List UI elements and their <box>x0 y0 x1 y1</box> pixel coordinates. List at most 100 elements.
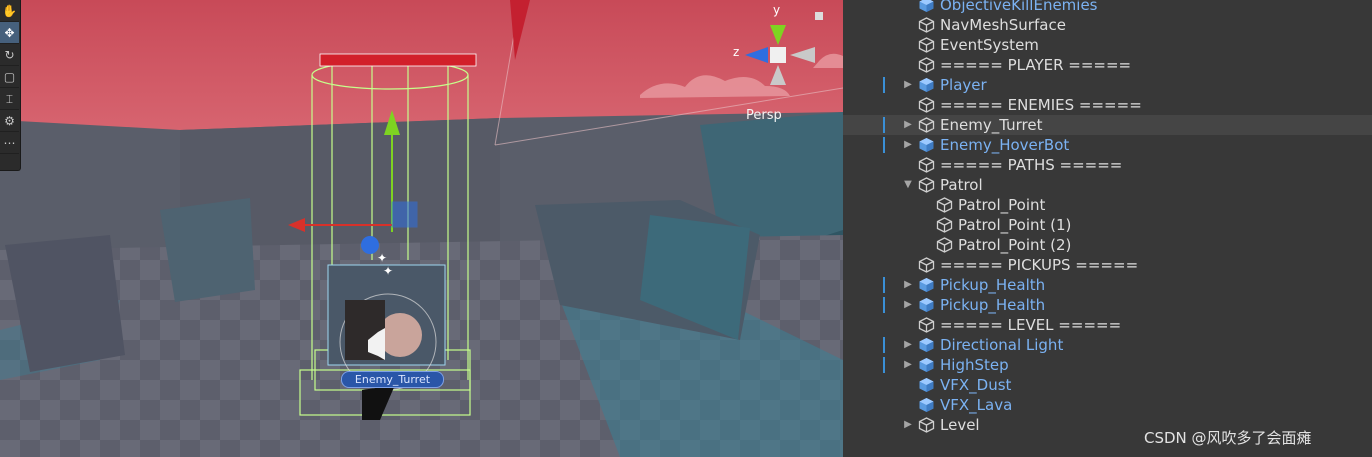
gameobject-cube-icon <box>936 197 953 213</box>
prefab-override-marker <box>883 277 885 293</box>
expand-arrow-icon[interactable]: ▶ <box>902 115 914 135</box>
prefab-cube-icon <box>919 0 934 12</box>
hierarchy-item[interactable]: ▶ Enemy_HoverBot <box>843 135 1372 155</box>
hierarchy-item[interactable]: ▶ Pickup_Health <box>843 275 1372 295</box>
scene-viewport[interactable]: ✦ ✦ y z <box>0 0 843 457</box>
expand-arrow-icon[interactable]: ▶ <box>902 75 914 95</box>
hierarchy-item-label: ObjectiveKillEnemies <box>940 0 1098 14</box>
gameobject-cube-icon <box>918 257 935 273</box>
prefab-cube-icon <box>919 138 934 152</box>
hierarchy-item[interactable]: ▶ Directional Light <box>843 335 1372 355</box>
expand-arrow-icon[interactable]: ▶ <box>902 355 914 375</box>
hierarchy-item-label: Patrol_Point (1) <box>958 216 1072 234</box>
gizmo-y-label: y <box>773 3 780 17</box>
selected-object-label[interactable]: Enemy_Turret <box>341 371 444 388</box>
hierarchy-item-label: Pickup_Health <box>940 276 1046 294</box>
hierarchy-item-label: HighStep <box>940 356 1009 374</box>
transform-tool-icon[interactable]: ⚙ <box>0 110 19 132</box>
prefab-cube-icon <box>919 398 934 412</box>
rotate-tool-icon[interactable]: ↻ <box>0 44 19 66</box>
hierarchy-item-label: ===== PATHS ===== <box>940 156 1123 174</box>
watermark: CSDN @风吹多了会面瘫 <box>1144 429 1312 447</box>
hierarchy-item-label: NavMeshSurface <box>940 16 1066 34</box>
plane-handle[interactable] <box>391 201 418 228</box>
particle-icon: ✦ <box>377 251 387 265</box>
prefab-cube-icon <box>919 278 934 292</box>
prefab-override-marker <box>883 77 885 93</box>
hierarchy-item[interactable]: ===== PLAYER ===== <box>843 55 1372 75</box>
gizmo-center-cube[interactable] <box>770 47 786 63</box>
hierarchy-item[interactable]: ▶ Player <box>843 75 1372 95</box>
gizmo-lock-icon[interactable] <box>815 12 823 20</box>
hierarchy-item-label: EventSystem <box>940 36 1039 54</box>
move-tool-icon[interactable]: ✥ <box>0 22 19 44</box>
particle-icon: ✦ <box>383 264 393 278</box>
prefab-cube-icon <box>919 298 934 312</box>
prefab-cube-icon <box>919 338 934 352</box>
gameobject-cube-icon <box>918 157 935 173</box>
health-bar <box>319 53 477 67</box>
hierarchy-item[interactable]: EventSystem <box>843 35 1372 55</box>
hierarchy-panel: ObjectiveKillEnemies NavMeshSurface EventS… <box>843 0 1372 457</box>
prefab-override-marker <box>883 357 885 373</box>
expand-arrow-icon[interactable]: ▶ <box>902 135 914 155</box>
view-tool-icon[interactable]: ✋ <box>0 0 19 22</box>
expand-arrow-icon[interactable]: ▶ <box>902 295 914 315</box>
hierarchy-item[interactable]: ▶ HighStep <box>843 355 1372 375</box>
hierarchy-item[interactable]: ===== LEVEL ===== <box>843 315 1372 335</box>
hierarchy-item[interactable]: VFX_Lava <box>843 395 1372 415</box>
pillar <box>160 198 255 302</box>
gameobject-cube-icon <box>936 237 953 253</box>
prefab-cube-icon <box>919 378 934 392</box>
scene-view[interactable]: ✦ ✦ y z Persp Enemy_Turret ✋ ✥ ↻ ▢ ⌶ ⚙ ⋯ <box>0 0 843 457</box>
hierarchy-item[interactable]: Patrol_Point (1) <box>843 215 1372 235</box>
collapse-arrow-icon[interactable]: ▼ <box>902 175 914 195</box>
hierarchy-item-label: Patrol_Point (2) <box>958 236 1072 254</box>
hierarchy-item-label: ===== LEVEL ===== <box>940 316 1122 334</box>
expand-arrow-icon[interactable]: ▶ <box>902 415 914 435</box>
prefab-override-marker <box>883 297 885 313</box>
hierarchy-item[interactable]: Patrol_Point <box>843 195 1372 215</box>
hierarchy-item-label: Pickup_Health <box>940 296 1046 314</box>
prefab-override-marker <box>883 117 885 133</box>
gameobject-cube-icon <box>918 57 935 73</box>
gameobject-cube-icon <box>918 417 935 433</box>
tool-palette: ✋ ✥ ↻ ▢ ⌶ ⚙ ⋯ <box>0 0 21 171</box>
gameobject-cube-icon <box>918 37 935 53</box>
expand-arrow-icon[interactable]: ▶ <box>902 275 914 295</box>
gameobject-cube-icon <box>918 117 935 133</box>
hierarchy-item[interactable]: ===== PATHS ===== <box>843 155 1372 175</box>
gameobject-cube-icon <box>918 177 935 193</box>
prefab-cube-icon <box>919 78 934 92</box>
camera-mode-label[interactable]: Persp <box>746 108 782 123</box>
gameobject-cube-icon <box>918 17 935 33</box>
hierarchy-item-label: Level <box>940 416 980 434</box>
hierarchy-item-label: VFX_Dust <box>940 376 1012 394</box>
hierarchy-item-label: ===== PICKUPS ===== <box>940 256 1139 274</box>
hierarchy-item[interactable]: ===== PICKUPS ===== <box>843 255 1372 275</box>
hierarchy-item[interactable]: NavMeshSurface <box>843 15 1372 35</box>
hierarchy-item-label: Patrol <box>940 176 983 194</box>
hierarchy-item[interactable]: VFX_Dust <box>843 375 1372 395</box>
gameobject-cube-icon <box>936 217 953 233</box>
rect-tool-icon[interactable]: ⌶ <box>0 88 19 110</box>
hierarchy-item-label: Player <box>940 76 987 94</box>
hierarchy-item[interactable]: ▼ Patrol <box>843 175 1372 195</box>
custom-tool-icon[interactable]: ⋯ <box>0 132 19 154</box>
hierarchy-item[interactable]: ===== ENEMIES ===== <box>843 95 1372 115</box>
hierarchy-item[interactable]: ▶ Pickup_Health <box>843 295 1372 315</box>
hierarchy-item[interactable]: Patrol_Point (2) <box>843 235 1372 255</box>
hierarchy-item-label: Enemy_HoverBot <box>940 136 1070 154</box>
prefab-override-marker <box>883 137 885 153</box>
hierarchy-item[interactable]: ▶ Enemy_Turret <box>843 115 1372 135</box>
gameobject-cube-icon <box>918 97 935 113</box>
prefab-cube-icon <box>919 358 934 372</box>
expand-arrow-icon[interactable]: ▶ <box>902 335 914 355</box>
gameobject-cube-icon <box>918 317 935 333</box>
hierarchy-item-label: ===== PLAYER ===== <box>940 56 1132 74</box>
hierarchy-item[interactable]: ObjectiveKillEnemies <box>843 0 1372 15</box>
z-axis-handle[interactable] <box>361 236 379 254</box>
prefab-override-marker <box>883 337 885 353</box>
scale-tool-icon[interactable]: ▢ <box>0 66 19 88</box>
hierarchy-item-label: VFX_Lava <box>940 396 1013 414</box>
